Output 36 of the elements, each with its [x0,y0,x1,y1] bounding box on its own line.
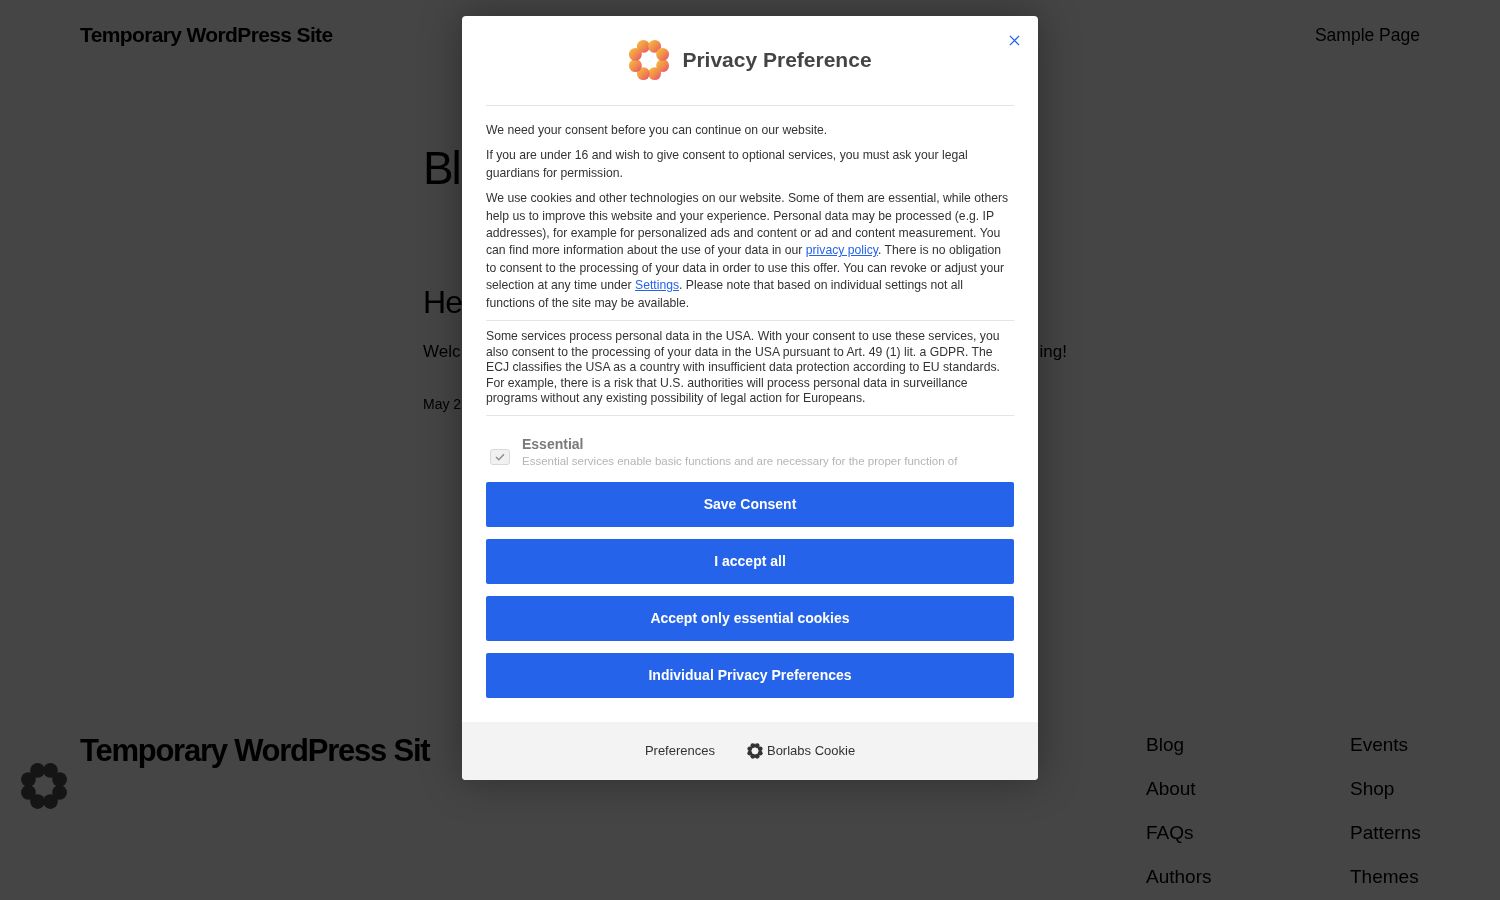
accept-essential-button[interactable]: Accept only essential cookies [486,595,1014,641]
footer-nav-link[interactable]: Blog [1146,733,1350,757]
footer-nav-link[interactable]: FAQs [1146,821,1350,845]
inline-link[interactable]: privacy policy [805,243,879,258]
post-date: May 2 [423,395,462,414]
ring-logo-icon [746,742,763,759]
floating-ring-icon[interactable] [20,762,68,810]
save-consent-button[interactable]: Save Consent [486,481,1014,527]
post-title[interactable]: He [423,286,462,318]
preferences-link[interactable]: Preferences [644,740,715,761]
footer-nav-link[interactable]: Shop [1350,777,1500,801]
close-button[interactable] [1008,34,1020,46]
footer-nav-link[interactable]: Events [1350,733,1500,757]
ring-logo-icon [628,38,671,81]
close-icon [1008,34,1020,46]
post-excerpt: Welc [423,341,461,363]
footer-nav-link[interactable]: Themes [1350,865,1500,889]
footer-nav-link[interactable]: Authors [1146,865,1350,889]
dialog-title: Privacy Preference [682,46,872,73]
consent-paragraph: We need your consent before you can continue on our website. [486,122,829,139]
footer-nav-link[interactable]: Patterns [1350,821,1500,845]
usa-notice-paragraph: Some services process personal data in the USA. With your consent to use these services, you also consent to the processing of your data in the USA pursuant to Art. 49 (1) lit. a GDPR. The ECJ classifies the USA as a country with insufficient data protection according to EU standards. For example, there is a risk that U.S. authorities will process personal data in surveillance programs without any existing possibility of legal action for Europeans. [486,329,1001,407]
checkbox[interactable] [490,448,510,465]
check-icon [495,452,505,461]
site-title[interactable]: Temporary WordPress Site [80,19,333,51]
footer-nav-link[interactable]: About [1146,777,1350,801]
nav-link[interactable]: Sample Page [1314,21,1420,49]
group-description: Essential services enable basic functions and are necessary for the proper function of [522,453,958,469]
consent-paragraph: If you are under 16 and wish to give consent to optional services, you must ask your legal guardians for permission. [486,147,969,182]
post-excerpt: ing! [1039,341,1067,363]
accept-all-button[interactable]: I accept all [486,538,1014,584]
page-heading: Bl [423,145,460,191]
consent-paragraph: We use cookies and other technologies on our website. Some of them are essential, while others help us to improve this website and your experience. Personal data may be processed (e.g. IP addresses), for example for personalized ads and content or ad and content measurement. You can find more information about the use of your data in our privacy policy. There is no obligation to consent to the processing of your data in order to use this offer. You can revoke or adjust your selection at any time under Settings. Please note that based on individual settings not all functions of the site may be available. [486,190,1010,312]
individual-preferences-button[interactable]: Individual Privacy Preferences [486,652,1014,698]
group-label: Essential [522,434,585,453]
brand-link[interactable]: Borlabs Cookie [766,740,856,761]
